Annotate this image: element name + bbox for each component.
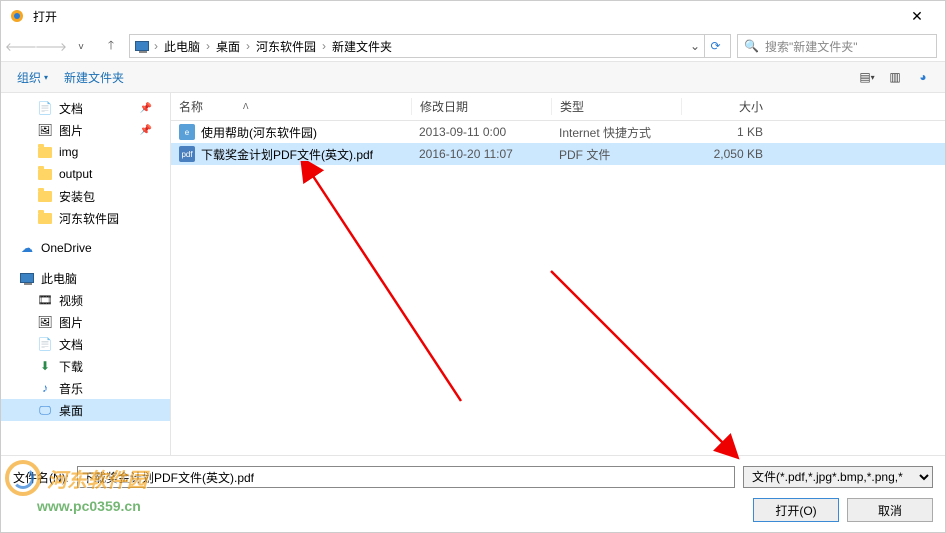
- filename-input[interactable]: [77, 466, 735, 488]
- sidebar-item[interactable]: 河东软件园: [1, 207, 170, 229]
- watermark-url: www.pc0359.cn: [37, 498, 147, 514]
- folder-icon: [37, 210, 53, 226]
- new-folder-button[interactable]: 新建文件夹: [56, 65, 132, 90]
- nav-back-button[interactable]: 🡐: [9, 34, 33, 58]
- breadcrumb[interactable]: › 此电脑 › 桌面 › 河东软件园 › 新建文件夹 ⌄ ⟳: [129, 34, 731, 58]
- chevron-right-icon: ›: [206, 39, 210, 53]
- open-button[interactable]: 打开(O): [753, 498, 839, 522]
- app-icon: [9, 8, 25, 24]
- breadcrumb-item[interactable]: 此电脑: [162, 38, 202, 55]
- sidebar-item[interactable]: 🖼图片: [1, 311, 170, 333]
- cancel-button[interactable]: 取消: [847, 498, 933, 522]
- breadcrumb-item[interactable]: 新建文件夹: [330, 38, 394, 55]
- sidebar-item[interactable]: 🖼图片📌: [1, 119, 170, 141]
- sort-caret-icon: ᐱ: [243, 102, 248, 111]
- breadcrumb-item[interactable]: 河东软件园: [254, 38, 318, 55]
- video-icon: 🎞: [37, 292, 53, 308]
- organize-button[interactable]: 组织▾: [9, 65, 56, 90]
- sidebar-item[interactable]: 📄文档📌: [1, 97, 170, 119]
- pdf-file-icon: pdf: [179, 146, 195, 162]
- sidebar-item[interactable]: 安装包: [1, 185, 170, 207]
- pc-icon: [134, 38, 150, 54]
- chevron-right-icon: ›: [154, 39, 158, 53]
- chevron-right-icon: ›: [246, 39, 250, 53]
- sidebar-item-onedrive[interactable]: ☁OneDrive: [1, 237, 170, 259]
- sidebar-item[interactable]: 🎞视频: [1, 289, 170, 311]
- refresh-button[interactable]: ⟳: [704, 35, 726, 57]
- folder-icon: [37, 166, 53, 182]
- watermark: 河东软件园 www.pc0359.cn: [5, 460, 147, 514]
- folder-icon: [37, 188, 53, 204]
- sidebar-item[interactable]: img: [1, 141, 170, 163]
- column-header-name[interactable]: 名称ᐱ: [171, 98, 411, 115]
- close-button[interactable]: ✕: [897, 2, 937, 30]
- onedrive-icon: ☁: [19, 240, 35, 256]
- nav-recent-button[interactable]: ⅴ: [69, 34, 93, 58]
- nav-up-button[interactable]: 🡑: [99, 34, 123, 58]
- window-title: 打开: [33, 8, 897, 25]
- pictures-icon: 🖼: [37, 314, 53, 330]
- help-button[interactable]: ◕: [909, 66, 937, 88]
- sidebar-item[interactable]: 📄文档: [1, 333, 170, 355]
- sidebar-item[interactable]: ♪音乐: [1, 377, 170, 399]
- view-options-button[interactable]: ▤▾: [853, 66, 881, 88]
- pin-icon: 📌: [140, 103, 152, 114]
- download-icon: ⬇: [37, 358, 53, 374]
- column-headers: 名称ᐱ 修改日期 类型 大小: [171, 93, 945, 121]
- column-header-date[interactable]: 修改日期: [411, 98, 551, 115]
- url-file-icon: e: [179, 124, 195, 140]
- desktop-icon: 🖵: [37, 402, 53, 418]
- column-header-type[interactable]: 类型: [551, 98, 681, 115]
- breadcrumb-dropdown[interactable]: ⌄: [686, 39, 704, 53]
- filetype-filter[interactable]: 文件(*.pdf,*.jpg*.bmp,*.png,*: [743, 466, 933, 488]
- watermark-text: 河东软件园: [47, 464, 147, 493]
- search-input[interactable]: 🔍 搜索"新建文件夹": [737, 34, 937, 58]
- file-list: e使用帮助(河东软件园) 2013-09-11 0:00 Internet 快捷…: [171, 121, 945, 471]
- sidebar: 📄文档📌 🖼图片📌 img output 安装包 河东软件园 ☁OneDrive…: [1, 93, 171, 471]
- sidebar-item[interactable]: output: [1, 163, 170, 185]
- pictures-icon: 🖼: [37, 122, 53, 138]
- chevron-right-icon: ›: [322, 39, 326, 53]
- document-icon: 📄: [37, 100, 53, 116]
- column-header-size[interactable]: 大小: [681, 98, 771, 115]
- sidebar-item[interactable]: ⬇下载: [1, 355, 170, 377]
- folder-icon: [37, 144, 53, 160]
- preview-pane-button[interactable]: ▥: [881, 66, 909, 88]
- pin-icon: 📌: [140, 125, 152, 136]
- watermark-logo-icon: [5, 460, 41, 496]
- breadcrumb-item[interactable]: 桌面: [214, 38, 242, 55]
- file-row[interactable]: e使用帮助(河东软件园) 2013-09-11 0:00 Internet 快捷…: [171, 121, 945, 143]
- search-icon: 🔍: [744, 39, 759, 53]
- file-row[interactable]: pdf下载奖金计划PDF文件(英文).pdf 2016-10-20 11:07 …: [171, 143, 945, 165]
- nav-forward-button[interactable]: 🡒: [39, 34, 63, 58]
- search-placeholder: 搜索"新建文件夹": [765, 38, 858, 55]
- pc-icon: [19, 270, 35, 286]
- document-icon: 📄: [37, 336, 53, 352]
- sidebar-item-desktop[interactable]: 🖵桌面: [1, 399, 170, 421]
- music-icon: ♪: [37, 380, 53, 396]
- sidebar-item-thispc[interactable]: 此电脑: [1, 267, 170, 289]
